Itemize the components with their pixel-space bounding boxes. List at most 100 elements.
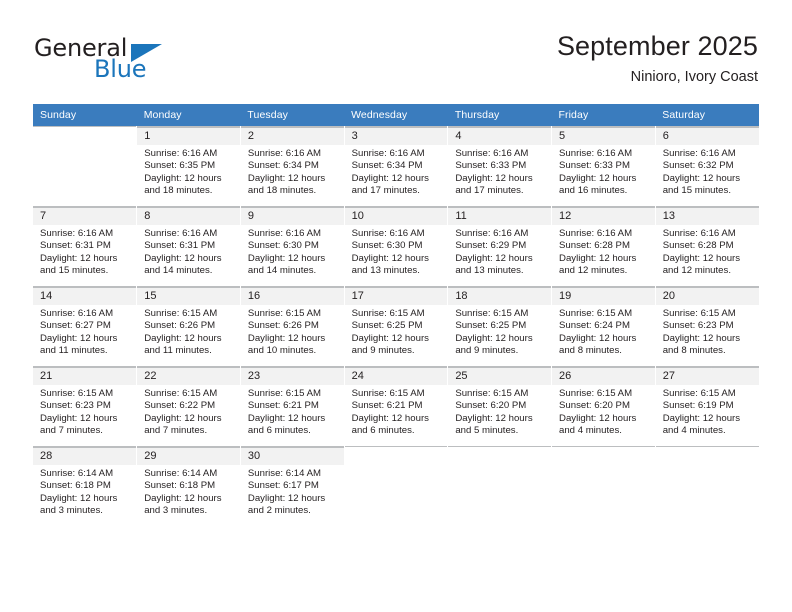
calendar-day-cell[interactable]: 1 Sunrise: 6:16 AM Sunset: 6:35 PM Daylight… [136,126,241,207]
calendar-day-cell[interactable]: 8 Sunrise: 6:16 AM Sunset: 6:31 PM Daylight… [136,206,241,287]
sunset-text: Sunset: 6:23 PM [662,320,734,332]
calendar-cell-inner: 29 Sunrise: 6:14 AM Sunset: 6:18 PM Dayligh… [137,447,240,526]
calendar-day-cell[interactable]: 5 Sunrise: 6:16 AM Sunset: 6:33 PM Daylight… [551,126,656,207]
calendar-cell-inner: 8 Sunrise: 6:16 AM Sunset: 6:31 PM Daylight… [137,207,240,286]
daylight-text: Daylight: 12 hours and 3 minutes. [40,492,118,517]
day-number: 13 [655,207,759,225]
calendar-day-cell[interactable]: 29 Sunrise: 6:14 AM Sunset: 6:18 PM Dayligh… [136,446,241,526]
daylight-text: Daylight: 12 hours and 13 minutes. [455,252,533,277]
day-details: Sunrise: 6:15 AM Sunset: 6:26 PM Daylight:… [137,305,240,358]
calendar-day-cell[interactable]: 17 Sunrise: 6:15 AM Sunset: 6:25 PM Dayligh… [344,286,449,367]
calendar-day-cell[interactable]: 20 Sunrise: 6:15 AM Sunset: 6:23 PM Dayligh… [655,286,759,367]
daylight-text: Daylight: 12 hours and 7 minutes. [144,412,222,437]
daylight-text: Daylight: 12 hours and 5 minutes. [455,412,533,437]
calendar-day-cell[interactable]: 15 Sunrise: 6:15 AM Sunset: 6:26 PM Dayligh… [136,286,241,367]
sunrise-text: Sunrise: 6:14 AM [144,468,218,479]
calendar-cell-inner: 7 Sunrise: 6:16 AM Sunset: 6:31 PM Daylight… [33,207,137,286]
weekday-header-wednesday: Wednesday [344,104,448,127]
calendar-cell-inner: 21 Sunrise: 6:15 AM Sunset: 6:23 PM Dayligh… [33,367,137,446]
calendar-day-cell[interactable]: 9 Sunrise: 6:16 AM Sunset: 6:30 PM Daylight… [240,206,345,287]
day-details: Sunrise: 6:15 AM Sunset: 6:24 PM Daylight:… [552,305,655,358]
sunset-text: Sunset: 6:19 PM [662,400,734,412]
calendar-day-cell[interactable]: 6 Sunrise: 6:16 AM Sunset: 6:32 PM Daylight… [655,126,759,207]
calendar-cell-empty [655,446,759,526]
page-title: September 2025 [556,31,758,61]
day-number: 30 [240,447,344,465]
calendar-day-cell[interactable]: 18 Sunrise: 6:15 AM Sunset: 6:25 PM Dayligh… [447,286,553,367]
day-number: 26 [552,367,655,385]
daylight-text: Daylight: 12 hours and 2 minutes. [247,492,326,517]
day-details: Sunrise: 6:16 AM Sunset: 6:30 PM Daylight:… [345,225,448,278]
sunset-text: Sunset: 6:31 PM [40,240,111,252]
sunrise-text: Sunrise: 6:15 AM [559,388,633,399]
daylight-text: Daylight: 12 hours and 18 minutes. [144,172,222,197]
calendar-day-cell[interactable]: 23 Sunrise: 6:15 AM Sunset: 6:21 PM Dayligh… [240,366,345,447]
calendar-cell-inner: 6 Sunrise: 6:16 AM Sunset: 6:32 PM Daylight… [655,127,759,206]
sunset-text: Sunset: 6:18 PM [144,480,216,492]
day-number [33,127,137,145]
sunset-text: Sunset: 6:18 PM [40,480,111,492]
sunset-text: Sunset: 6:22 PM [144,400,216,412]
daylight-text: Daylight: 12 hours and 12 minutes. [662,252,741,277]
calendar-day-cell[interactable]: 19 Sunrise: 6:15 AM Sunset: 6:24 PM Dayligh… [551,286,656,367]
calendar-day-cell[interactable]: 22 Sunrise: 6:15 AM Sunset: 6:22 PM Dayligh… [136,366,241,447]
calendar-cell-inner: 10 Sunrise: 6:16 AM Sunset: 6:30 PM Dayligh… [344,207,448,286]
calendar-cell-inner: 23 Sunrise: 6:15 AM Sunset: 6:21 PM Dayligh… [240,367,344,446]
calendar-cell-inner [448,447,552,526]
calendar-day-cell[interactable]: 30 Sunrise: 6:14 AM Sunset: 6:17 PM Dayligh… [240,446,345,526]
calendar-cell-empty [447,446,553,526]
daylight-text: Daylight: 12 hours and 6 minutes. [351,412,429,437]
calendar-cell-inner: 19 Sunrise: 6:15 AM Sunset: 6:24 PM Dayligh… [552,287,655,366]
day-details: Sunrise: 6:15 AM Sunset: 6:21 PM Daylight:… [345,385,448,438]
day-details: Sunrise: 6:15 AM Sunset: 6:21 PM Daylight:… [241,385,344,438]
calendar-day-cell[interactable]: 26 Sunrise: 6:15 AM Sunset: 6:20 PM Dayligh… [551,366,656,447]
calendar-grid: Sunday Monday Tuesday Wednesday Thursday… [33,104,759,526]
calendar-cell-inner: 12 Sunrise: 6:16 AM Sunset: 6:28 PM Dayligh… [552,207,655,286]
day-details: Sunrise: 6:15 AM Sunset: 6:25 PM Daylight:… [345,305,448,358]
calendar-day-cell[interactable]: 24 Sunrise: 6:15 AM Sunset: 6:21 PM Dayligh… [344,366,449,447]
calendar-day-cell[interactable]: 11 Sunrise: 6:16 AM Sunset: 6:29 PM Dayligh… [447,206,553,287]
day-details: Sunrise: 6:16 AM Sunset: 6:34 PM Daylight:… [241,145,344,198]
calendar-day-cell[interactable]: 4 Sunrise: 6:16 AM Sunset: 6:33 PM Daylight… [447,126,553,207]
day-details: Sunrise: 6:15 AM Sunset: 6:22 PM Daylight:… [137,385,240,438]
calendar-body: 1 Sunrise: 6:16 AM Sunset: 6:35 PM Daylight… [33,126,759,526]
calendar-cell-empty [344,446,449,526]
day-number: 12 [552,207,655,225]
day-details: Sunrise: 6:16 AM Sunset: 6:31 PM Daylight:… [33,225,136,278]
calendar-day-cell[interactable]: 3 Sunrise: 6:16 AM Sunset: 6:34 PM Daylight… [344,126,449,207]
day-number: 1 [137,127,240,145]
calendar-day-cell[interactable]: 13 Sunrise: 6:16 AM Sunset: 6:28 PM Dayligh… [655,206,759,287]
calendar-day-cell[interactable]: 21 Sunrise: 6:15 AM Sunset: 6:23 PM Dayligh… [33,366,138,447]
calendar-day-cell[interactable]: 7 Sunrise: 6:16 AM Sunset: 6:31 PM Daylight… [33,206,138,287]
calendar-day-cell[interactable]: 27 Sunrise: 6:15 AM Sunset: 6:19 PM Dayligh… [655,366,759,447]
calendar-week-row: 28 Sunrise: 6:14 AM Sunset: 6:18 PM Dayligh… [33,446,759,526]
calendar-cell-inner: 13 Sunrise: 6:16 AM Sunset: 6:28 PM Dayligh… [655,207,759,286]
calendar-cell-inner: 28 Sunrise: 6:14 AM Sunset: 6:18 PM Dayligh… [33,447,137,526]
calendar-day-cell[interactable]: 2 Sunrise: 6:16 AM Sunset: 6:34 PM Daylight… [240,126,345,207]
calendar-day-cell[interactable]: 10 Sunrise: 6:16 AM Sunset: 6:30 PM Dayligh… [344,206,449,287]
calendar-day-cell[interactable]: 12 Sunrise: 6:16 AM Sunset: 6:28 PM Dayligh… [551,206,656,287]
calendar-day-cell[interactable]: 14 Sunrise: 6:16 AM Sunset: 6:27 PM Dayligh… [33,286,138,367]
daylight-text: Daylight: 12 hours and 16 minutes. [559,172,637,197]
daylight-text: Daylight: 12 hours and 14 minutes. [247,252,326,277]
sunset-text: Sunset: 6:34 PM [351,160,423,172]
day-number: 5 [552,127,655,145]
day-number: 10 [344,207,448,225]
day-number: 16 [240,287,344,305]
day-number [655,447,759,465]
sunset-text: Sunset: 6:28 PM [559,240,630,252]
general-blue-logo[interactable]: General Blue [34,34,254,90]
calendar-day-cell[interactable]: 16 Sunrise: 6:15 AM Sunset: 6:26 PM Dayligh… [240,286,345,367]
sunrise-text: Sunrise: 6:16 AM [351,148,425,159]
daylight-text: Daylight: 12 hours and 11 minutes. [40,332,118,357]
calendar-cell-inner: 4 Sunrise: 6:16 AM Sunset: 6:33 PM Daylight… [448,127,552,206]
sunrise-text: Sunrise: 6:16 AM [144,148,218,159]
calendar-day-cell[interactable]: 28 Sunrise: 6:14 AM Sunset: 6:18 PM Dayligh… [33,446,138,526]
calendar-day-cell[interactable]: 25 Sunrise: 6:15 AM Sunset: 6:20 PM Dayligh… [447,366,553,447]
day-number [448,447,552,465]
weekday-header-row: Sunday Monday Tuesday Wednesday Thursday… [33,104,759,127]
daylight-text: Daylight: 12 hours and 9 minutes. [351,332,429,357]
weekday-header-thursday: Thursday [447,104,552,127]
daylight-text: Daylight: 12 hours and 14 minutes. [144,252,222,277]
day-details: Sunrise: 6:16 AM Sunset: 6:28 PM Daylight:… [656,225,759,278]
